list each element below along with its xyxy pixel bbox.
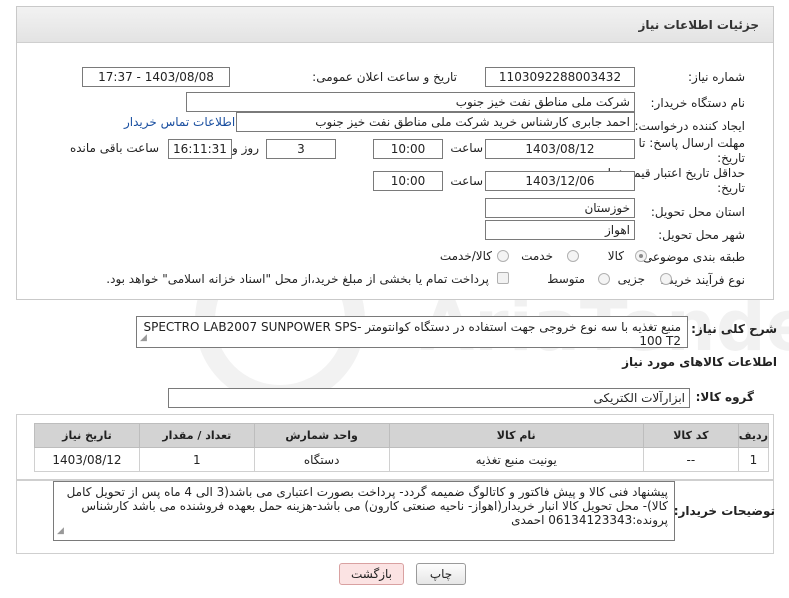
remaining-time-label: ساعت باقی مانده [69,141,159,155]
need-number-label: شماره نیاز: [688,70,745,84]
treasury-payment-checkbox[interactable] [497,272,509,284]
reply-deadline-label: مهلت ارسال پاسخ: تا [638,136,745,150]
page-title: جزئیات اطلاعات نیاز [638,18,759,32]
process-label: نوع فرآیند خرید : [660,273,745,287]
days-field[interactable]: 3 [266,139,336,159]
goods-table: ردیف کد کالا نام کالا واحد شمارش تعداد /… [34,423,770,472]
reply-deadline-label-2: تاریخ: [717,151,745,165]
process-radio-medium[interactable] [598,273,610,285]
category-option-goods-service: کالا/خدمت [439,249,492,263]
reply-time-field[interactable]: 10:00 [373,139,443,159]
remaining-time-field[interactable]: 16:11:31 [168,139,232,159]
price-validity-time-label: ساعت [450,174,483,188]
resize-handle-icon[interactable]: ◢ [57,524,64,538]
buyer-notes-text: پیشنهاد فنی کالا و پیش فاکتور و کاتالوگ … [66,485,668,527]
summary-label: شرح کلی نیاز: [691,322,777,336]
buyer-org-label: نام دستگاه خریدار: [650,96,746,110]
days-label: روز و [232,141,259,155]
price-validity-date-field[interactable]: 1403/12/06 [485,171,635,191]
category-radio-goods-service[interactable] [497,250,509,262]
need-number-field[interactable]: 1103092288003432 [485,67,635,87]
province-label: استان محل تحویل: [650,205,745,219]
category-radio-goods[interactable] [635,250,647,262]
requester-field[interactable]: احمد جابری کارشناس خرید شرکت ملی مناطق ن… [236,112,635,132]
resize-handle-icon[interactable]: ◢ [140,331,147,345]
goods-table-header: ردیف کد کالا نام کالا واحد شمارش تعداد /… [34,423,770,448]
category-label: طبقه بندی موضوعی: [638,250,745,264]
summary-textarea[interactable]: منبع تغذیه با سه نوع خروجی جهت استفاده د… [136,316,688,348]
goods-group-field[interactable]: ابزارآلات الکتریکی [168,388,690,408]
buyer-contact-link[interactable]: اطلاعات تماس خریدار [124,115,235,129]
requester-label: ایجاد کننده درخواست: [634,119,745,133]
col-qty: تعداد / مقدار [138,423,255,448]
city-label: شهر محل تحویل: [658,228,745,242]
goods-section-title: اطلاعات کالاهای مورد نیاز [622,355,777,369]
reply-time-label: ساعت [450,141,483,155]
announce-date-label: تاریخ و ساعت اعلان عمومی: [312,70,457,84]
reply-date-field[interactable]: 1403/08/12 [485,139,635,159]
col-date: تاریخ نیاز [34,423,140,448]
goods-table-container: ردیف کد کالا نام کالا واحد شمارش تعداد /… [16,414,774,480]
col-code: کد کالا [642,423,739,448]
col-unit: واحد شمارش [253,423,390,448]
cell-qty: 1 [138,447,255,472]
price-validity-label-2: تاریخ: [717,181,745,195]
cell-row: 1 [737,447,770,472]
category-option-goods: کالا [607,249,624,263]
category-option-service: خدمت [521,249,553,263]
city-field[interactable]: اهواز [485,220,635,240]
col-name: نام کالا [388,423,644,448]
back-button[interactable]: بازگشت [339,563,404,585]
buyer-org-field[interactable]: شرکت ملی مناطق نفت خیز جنوب [186,92,635,112]
process-radio-minor[interactable] [660,273,672,285]
goods-group-label: گروه کالا: [695,390,754,404]
cell-code: -- [642,447,739,472]
cell-unit: دستگاه [253,447,390,472]
buyer-notes-textarea[interactable]: پیشنهاد فنی کالا و پیش فاکتور و کاتالوگ … [53,481,675,541]
province-field[interactable]: خوزستان [485,198,635,218]
table-row[interactable]: 1 -- یونیت منبع تغذیه دستگاه 1 1403/08/1… [34,447,770,472]
print-button[interactable]: چاپ [416,563,466,585]
col-row: ردیف [737,423,770,448]
buyer-notes-label: توضیحات خریدار: [673,504,775,518]
process-option-minor: جزیی [617,272,645,286]
announce-date-field[interactable]: 1403/08/08 - 17:37 [82,67,230,87]
treasury-payment-note: پرداخت تمام یا بخشی از مبلغ خرید،از محل … [106,272,489,286]
price-validity-time-field[interactable]: 10:00 [373,171,443,191]
panel-header: جزئیات اطلاعات نیاز [17,7,773,43]
category-radio-service[interactable] [567,250,579,262]
cell-date: 1403/08/12 [34,447,140,472]
process-option-medium: متوسط [547,272,585,286]
cell-name: یونیت منبع تغذیه [388,447,644,472]
summary-text: منبع تغذیه با سه نوع خروجی جهت استفاده د… [143,320,681,348]
